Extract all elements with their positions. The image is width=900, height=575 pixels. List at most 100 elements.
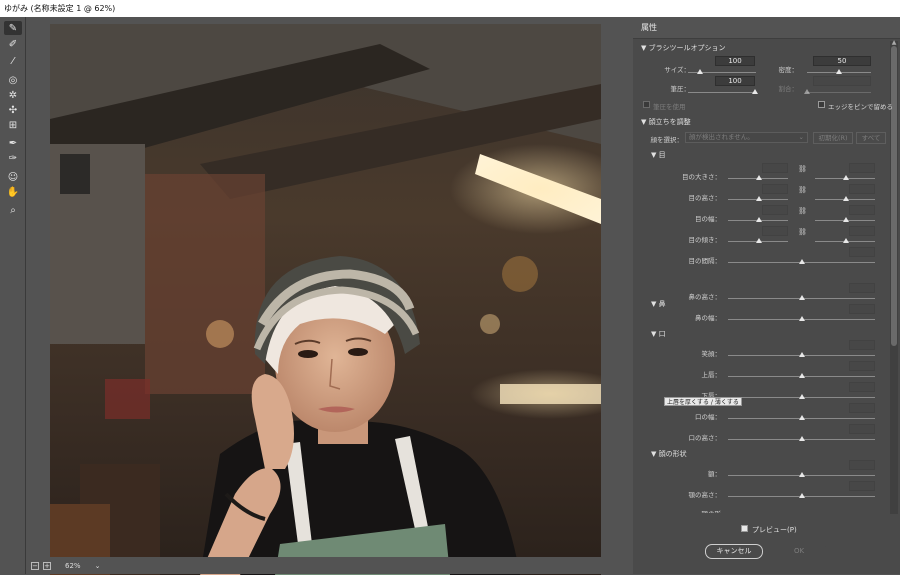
eye-tilt-left-slider[interactable] xyxy=(756,238,762,243)
reconstruct-tool-icon[interactable]: ✐ xyxy=(4,37,22,51)
eye-height-label: 目の高さ： xyxy=(688,194,722,202)
mouth-height-main-slider[interactable] xyxy=(799,436,805,441)
stylus-pressure-label: 筆圧を使用 xyxy=(653,103,686,111)
pucker-tool-icon[interactable]: ✲ xyxy=(4,88,22,102)
rate-label: 割合： xyxy=(778,85,799,93)
eye-distance-main-slider[interactable] xyxy=(799,259,805,264)
freeze-mask-tool-icon[interactable]: ✒ xyxy=(4,136,22,150)
stylus-pressure-checkbox[interactable] xyxy=(643,101,650,108)
eye-height-right-slider[interactable] xyxy=(843,196,849,201)
density-input[interactable]: 50 xyxy=(813,56,871,66)
forehead-label: 額： xyxy=(708,470,721,478)
liquify-toolbar: ✎ ✐ ⁄ ◎ ✲ ✣ ⊞ ✒ ✑ ☺ ✋ ⌕ xyxy=(0,17,26,574)
eye-width-left-input[interactable] xyxy=(762,205,788,215)
link-icon[interactable]: ⛓ xyxy=(798,186,807,194)
rate-input[interactable] xyxy=(813,76,871,86)
eye-height-left-slider[interactable] xyxy=(756,196,762,201)
forehead-main-input[interactable] xyxy=(849,460,875,470)
pressure-slider[interactable] xyxy=(752,89,758,94)
eye-width-right-input[interactable] xyxy=(849,205,875,215)
link-icon[interactable]: ⛓ xyxy=(798,207,807,215)
mouth-height-label: 口の高さ： xyxy=(688,434,722,442)
lower-lip-main-input[interactable] xyxy=(849,382,875,392)
face-select-dropdown[interactable]: 顔が検出されません。 ⌄ xyxy=(685,132,808,143)
face-select-label: 顔を選択： xyxy=(650,136,684,144)
smile-main-slider[interactable] xyxy=(799,352,805,357)
ok-button[interactable]: OK xyxy=(771,544,827,559)
zoom-in-button[interactable]: + xyxy=(43,561,51,570)
smooth-tool-icon[interactable]: ⁄ xyxy=(4,54,22,68)
preview-checkbox[interactable] xyxy=(741,525,748,532)
pressure-label: 筆圧： xyxy=(670,85,691,93)
thaw-mask-tool-icon[interactable]: ✑ xyxy=(4,151,22,165)
forehead-main-slider[interactable] xyxy=(799,472,805,477)
eye-width-left-slider[interactable] xyxy=(756,217,762,222)
size-slider[interactable] xyxy=(697,69,703,74)
eye-distance-main-input[interactable] xyxy=(849,247,875,257)
cancel-button[interactable]: キャンセル xyxy=(705,544,763,559)
hand-tool-icon[interactable]: ✋ xyxy=(4,185,22,199)
eye-tilt-right-slider[interactable] xyxy=(843,238,849,243)
reset-button[interactable]: 初期化(R) xyxy=(813,132,853,144)
mouth-width-main-slider[interactable] xyxy=(799,415,805,420)
nose-height-main-input[interactable] xyxy=(849,283,875,293)
size-input[interactable]: 100 xyxy=(715,56,755,66)
zoom-value: 62% xyxy=(65,561,81,570)
eye-size-label: 目の大きさ： xyxy=(682,173,721,181)
all-button[interactable]: すべて xyxy=(856,132,886,144)
smile-label: 笑顔： xyxy=(701,350,722,358)
mouth-height-main-input[interactable] xyxy=(849,424,875,434)
window-title: ゆがみ (名称未設定 1 @ 62%) xyxy=(0,0,900,17)
density-slider[interactable] xyxy=(836,69,842,74)
face-shape-section[interactable]: ▼ 顔の形状 xyxy=(651,449,687,459)
nose-width-main-input[interactable] xyxy=(849,304,875,314)
eye-height-right-input[interactable] xyxy=(849,184,875,194)
chin-height-label: 顎の高さ： xyxy=(688,491,722,499)
link-icon[interactable]: ⛓ xyxy=(798,165,807,173)
twirl-tool-icon[interactable]: ◎ xyxy=(4,73,22,87)
canvas-area[interactable] xyxy=(27,17,630,575)
push-left-tool-icon[interactable]: ⊞ xyxy=(4,118,22,132)
pin-edges-checkbox[interactable] xyxy=(818,101,825,108)
forward-warp-tool-icon[interactable]: ✎ xyxy=(4,21,22,35)
nose-height-label: 鼻の高さ： xyxy=(688,293,722,301)
eye-height-left-input[interactable] xyxy=(762,184,788,194)
smile-main-input[interactable] xyxy=(849,340,875,350)
eye-size-left-slider[interactable] xyxy=(756,175,762,180)
chevron-down-icon: ⌄ xyxy=(798,133,804,141)
upper-lip-main-input[interactable] xyxy=(849,361,875,371)
preview-photo[interactable] xyxy=(50,24,601,575)
rate-slider[interactable] xyxy=(804,89,810,94)
zoom-out-button[interactable]: − xyxy=(31,561,39,570)
upper-lip-main-slider[interactable] xyxy=(799,373,805,378)
eye-tilt-right-input[interactable] xyxy=(849,226,875,236)
brush-options-section[interactable]: ▼ ブラシツールオプション xyxy=(641,43,725,53)
eye-tilt-left-input[interactable] xyxy=(762,226,788,236)
eye-size-right-slider[interactable] xyxy=(843,175,849,180)
properties-panel: 属性 ▲ ▼ ▼ ブラシツールオプション サイズ： 100 密度： 50 筆圧：… xyxy=(633,17,900,574)
chin-height-main-slider[interactable] xyxy=(799,493,805,498)
bloat-tool-icon[interactable]: ✣ xyxy=(4,103,22,117)
mouth-section[interactable]: ▼ 口 xyxy=(651,329,666,339)
lower-lip-main-slider[interactable] xyxy=(799,394,805,399)
face-tool-icon[interactable]: ☺ xyxy=(4,170,22,184)
scroll-thumb[interactable] xyxy=(891,46,897,346)
pressure-input[interactable]: 100 xyxy=(715,76,755,86)
scroll-up-icon[interactable]: ▲ xyxy=(890,39,898,46)
nose-width-main-slider[interactable] xyxy=(799,316,805,321)
panel-scrollbar[interactable]: ▲ ▼ xyxy=(890,39,898,532)
eye-size-right-input[interactable] xyxy=(849,163,875,173)
eye-width-label: 目の幅： xyxy=(695,215,721,223)
zoom-select[interactable]: 62% ⌄ xyxy=(65,562,100,570)
eye-size-left-input[interactable] xyxy=(762,163,788,173)
eyes-section[interactable]: ▼ 目 xyxy=(651,150,666,160)
zoom-tool-icon[interactable]: ⌕ xyxy=(4,203,22,217)
chin-height-main-input[interactable] xyxy=(849,481,875,491)
nose-height-main-slider[interactable] xyxy=(799,295,805,300)
status-bar: − + 62% ⌄ xyxy=(27,557,630,574)
mouth-width-main-input[interactable] xyxy=(849,403,875,413)
link-icon[interactable]: ⛓ xyxy=(798,228,807,236)
face-aware-section[interactable]: ▼ 顔立ちを調整 xyxy=(641,117,691,127)
eye-width-right-slider[interactable] xyxy=(843,217,849,222)
triangle-down-icon: ▼ xyxy=(651,330,659,338)
